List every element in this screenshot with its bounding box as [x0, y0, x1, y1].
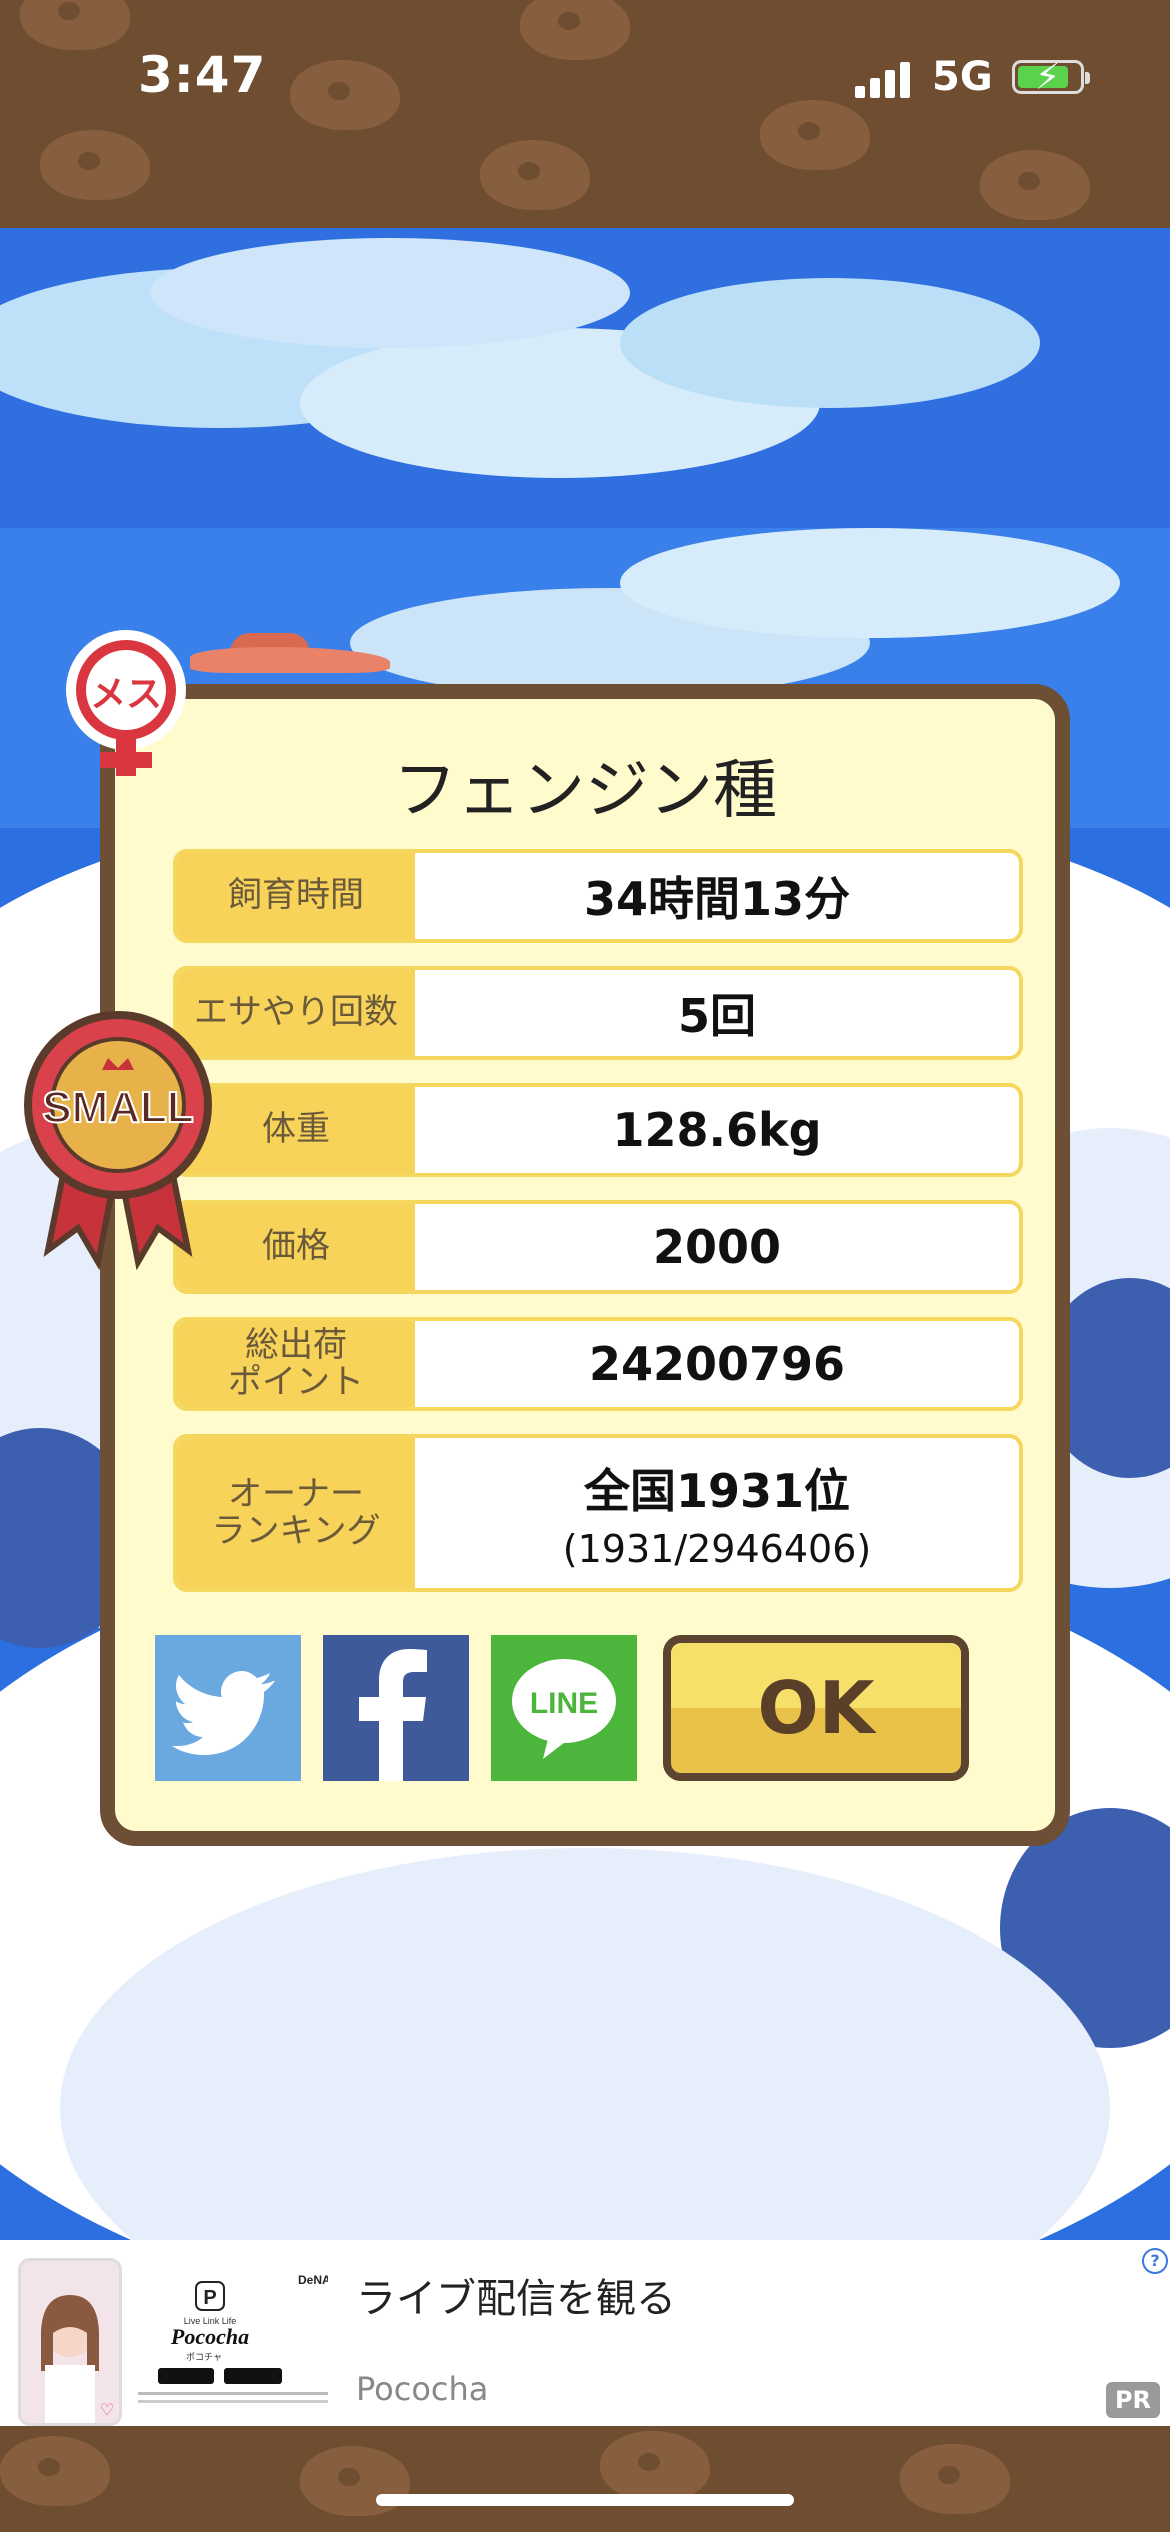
- stat-row-feeding-time: 飼育時間 34時間13分: [173, 849, 1023, 943]
- airship-icon: [190, 633, 390, 673]
- pattern-decoration: [480, 140, 590, 210]
- ad-pr-badge: PR: [1106, 2382, 1160, 2418]
- pattern-decoration: [40, 130, 150, 200]
- ad-thumbnail-image[interactable]: ♡: [18, 2258, 122, 2426]
- pattern-decoration: [760, 100, 870, 170]
- pattern-decoration: [20, 0, 130, 50]
- ad-title[interactable]: ライブ配信を観る: [356, 2266, 676, 2324]
- stat-value: 128.6kg: [612, 1103, 822, 1157]
- ad-advertiser[interactable]: Pococha: [356, 2370, 488, 2408]
- dena-label: DeNA: [298, 2273, 328, 2287]
- ok-button[interactable]: OK: [663, 1635, 969, 1781]
- stat-sub-value: (1931/2946406): [562, 1527, 872, 1571]
- network-type: 5G: [932, 54, 993, 100]
- stat-row-price: 価格 2000: [173, 1200, 1023, 1294]
- twitter-icon: [172, 1671, 275, 1755]
- pattern-decoration: [520, 0, 630, 60]
- line-label: LINE: [530, 1687, 598, 1720]
- pattern-decoration: [0, 2436, 110, 2506]
- female-badge-icon: メス: [56, 628, 196, 788]
- stat-row-feed-count: エサやり回数 5回: [173, 966, 1023, 1060]
- cloud: [620, 278, 1040, 408]
- pattern-decoration: [600, 2431, 710, 2501]
- stat-row-weight: 体重 128.6kg: [173, 1083, 1023, 1177]
- pattern-decoration: [900, 2444, 1010, 2514]
- logo-sub: ポコチャ: [186, 2352, 222, 2363]
- pattern-decoration: [290, 60, 400, 130]
- stat-value: 全国1931位: [583, 1464, 851, 1518]
- stat-value: 34時間13分: [583, 872, 851, 926]
- result-dialog: フェンジン種 飼育時間 34時間13分 エサやり回数 5回 体重 128.6kg…: [100, 684, 1070, 1846]
- stat-row-shipping-points: 総出荷 ポイント 24200796: [173, 1317, 1023, 1411]
- stat-value: 2000: [652, 1220, 782, 1274]
- female-label: メス: [90, 674, 162, 715]
- stat-value: 5回: [677, 989, 756, 1043]
- ad-banner[interactable]: ♡ DeNA P Live Link Life Pococha ポコチャ ライブ…: [0, 2240, 1170, 2426]
- facebook-share-button[interactable]: [323, 1635, 469, 1781]
- stat-label: 飼育時間: [177, 853, 415, 939]
- small-label: SMALL: [42, 1083, 194, 1132]
- facebook-icon: [359, 1649, 427, 1781]
- status-bar: 3:47 5G ⚡: [0, 0, 1170, 228]
- home-indicator[interactable]: [376, 2494, 794, 2506]
- stat-row-owner-ranking: オーナー ランキング 全国1931位 (1931/2946406): [173, 1434, 1023, 1592]
- stat-label: 総出荷 ポイント: [177, 1321, 415, 1407]
- cloud: [620, 528, 1120, 638]
- svg-text:♡: ♡: [100, 2400, 114, 2419]
- status-time: 3:47: [138, 46, 267, 104]
- pococha-logo: DeNA P Live Link Life Pococha ポコチャ: [138, 2268, 331, 2418]
- logo-name: Pococha: [170, 2324, 249, 2349]
- pattern-decoration: [980, 150, 1090, 220]
- battery-charging-icon: ⚡: [1012, 57, 1090, 98]
- stat-label: オーナー ランキング: [177, 1438, 415, 1588]
- cloud: [150, 238, 630, 348]
- line-share-button[interactable]: LINE: [491, 1635, 637, 1781]
- ad-help-icon[interactable]: ?: [1142, 2248, 1168, 2274]
- dialog-title: フェンジン種: [393, 754, 777, 828]
- bottom-pattern-bar: [0, 2426, 1170, 2532]
- cellular-signal-icon: [855, 62, 915, 98]
- line-icon: LINE: [512, 1659, 616, 1759]
- stat-value: 24200796: [588, 1337, 846, 1391]
- svg-text:P: P: [203, 2287, 216, 2309]
- small-size-badge-icon: SMALL: [18, 1000, 218, 1271]
- twitter-share-button[interactable]: [155, 1635, 301, 1781]
